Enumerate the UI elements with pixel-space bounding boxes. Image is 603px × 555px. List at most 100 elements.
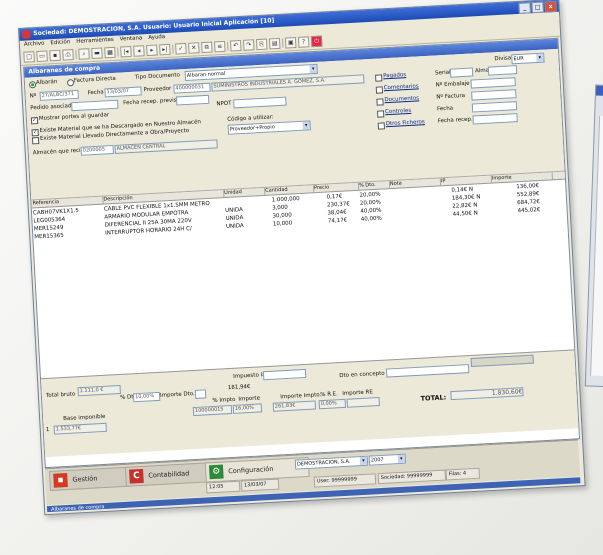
undo-icon[interactable]: ↶ (229, 39, 242, 52)
col-dto[interactable]: % Dto. (357, 181, 391, 190)
calc-icon[interactable]: ▤ (268, 37, 281, 50)
totals-action-button[interactable] (470, 354, 534, 367)
fecha-label: Fecha (87, 89, 104, 97)
search-icon[interactable]: ⌕ (78, 48, 90, 60)
option-controles[interactable]: Controles (385, 108, 411, 115)
mostrar-portes-label: Mostrar portes al guardar (38, 112, 110, 122)
exit-icon[interactable]: ⏻ (310, 35, 323, 48)
next-icon[interactable]: ▸ (146, 44, 158, 57)
check-descargado[interactable]: ✓ (31, 129, 39, 137)
copy-icon[interactable]: ⧉ (201, 41, 213, 54)
status-filas: Filas: 4 (445, 467, 481, 481)
delete-icon[interactable]: ✕ (188, 42, 200, 54)
fecha-right-field[interactable] (471, 101, 518, 113)
first-icon[interactable]: |◂ (120, 45, 132, 58)
dto-concepto-field[interactable] (385, 364, 470, 378)
year-select[interactable]: 2007 ▾ (368, 453, 407, 466)
codigo-utilizar-select[interactable]: Proveedor+Propio ▾ (227, 120, 311, 135)
last-icon[interactable]: ▸| (159, 43, 171, 56)
npot-field[interactable] (233, 96, 287, 109)
serial-field[interactable] (449, 67, 474, 78)
new-icon[interactable]: □ (23, 51, 35, 63)
importe-re-label: Importe RE (342, 389, 374, 397)
col-ip[interactable]: IP (439, 175, 493, 186)
almacen-code-field[interactable]: 0200005 (80, 145, 114, 156)
save-icon[interactable]: ▪ (49, 49, 61, 62)
codigo-utilizar-value: Proveedor+Propio (229, 124, 275, 133)
n-field[interactable]: 27/ALBC/371 (39, 89, 79, 101)
chevron-down-icon: ▾ (309, 64, 317, 74)
document-window: Albaranes de compra Albarán Factura Dire… (23, 37, 581, 469)
menu-archivo[interactable]: Archivo (24, 40, 45, 50)
grid-icon[interactable]: ▦ (104, 46, 116, 59)
list-icon[interactable]: ≡ (214, 40, 226, 53)
fecha-recep-right-field[interactable] (472, 113, 518, 125)
importe-dto-label: Importe Dto. (159, 390, 196, 399)
cuota-label: Importe Impto. (280, 392, 322, 401)
proveedor-code-field[interactable]: 400000031 (173, 82, 211, 94)
base-imponible-label: Base imponible (63, 413, 106, 423)
close-button[interactable]: x (544, 0, 557, 13)
otros-ficheros-checkbox[interactable] (377, 122, 386, 130)
menu-ayuda[interactable]: Ayuda (148, 33, 165, 43)
help-icon[interactable]: ? (297, 36, 310, 48)
total-bruto-label: Total bruto (45, 391, 76, 400)
chevron-down-icon: ▾ (359, 456, 368, 466)
pedido-asociado-field[interactable] (71, 99, 119, 112)
tipo-documento-value: Albaran normal (186, 70, 226, 79)
albaran-label: Albarán (35, 78, 58, 87)
almacen-name-field: ALMACEN CENTRAL (114, 139, 218, 154)
option-documentos[interactable]: Documentos (384, 95, 419, 103)
divisa-select[interactable]: EUR ▾ (511, 52, 545, 65)
maximize-button[interactable]: □ (531, 1, 544, 14)
open-icon[interactable]: ▭ (36, 50, 48, 63)
check-directo[interactable] (31, 137, 40, 145)
gestion-icon: ▪ (53, 472, 68, 488)
menu-edicion[interactable]: Edición (50, 38, 70, 48)
gestion-button[interactable]: ▪ Gestión (49, 466, 134, 491)
npot-label: NPOT (216, 100, 232, 108)
minimize-button[interactable]: _ (518, 2, 531, 14)
impuesto-lasos-field[interactable] (262, 368, 307, 381)
fecha-recep-field[interactable] (175, 94, 210, 106)
row-price: 74,17€ (327, 217, 348, 225)
pagados-checkbox[interactable] (375, 74, 383, 82)
fecha-field[interactable]: 13/03/07 (104, 86, 142, 98)
option-comentarios[interactable]: Comentarios (384, 83, 419, 91)
contabilidad-label: Contabilidad (148, 469, 190, 480)
prev-icon[interactable]: ◂ (133, 45, 145, 57)
total-bruto-field: 1.111,0 € (77, 384, 121, 397)
menu-ventana[interactable]: Ventana (119, 34, 143, 44)
documentos-checkbox[interactable] (376, 98, 384, 106)
n-embalaje-field[interactable] (470, 77, 516, 89)
controles-checkbox[interactable] (376, 110, 385, 118)
print-icon[interactable]: ⎙ (62, 49, 74, 61)
n-factura-field[interactable] (471, 89, 517, 101)
importe-dto-field[interactable] (194, 389, 207, 399)
folder-icon[interactable]: ▬ (91, 47, 103, 60)
check-icon[interactable]: ✓ (175, 42, 187, 55)
contabilidad-icon: C (129, 468, 144, 484)
gear-icon: ⚙ (208, 464, 224, 480)
row-qty: 10,000 (272, 220, 293, 228)
col-precio[interactable]: Precio (312, 182, 360, 193)
dto-field[interactable]: 10,00% (132, 391, 161, 403)
option-pagados[interactable]: Pagados (383, 72, 406, 79)
col-nota[interactable]: Nota (388, 178, 442, 189)
window-icon[interactable]: ▣ (284, 36, 297, 49)
col-cantidad[interactable]: Cantidad (264, 185, 315, 195)
n-embalaje-label: Nº Embalaje (435, 80, 470, 89)
mostrar-portes-checkbox[interactable]: ✓ (30, 117, 39, 125)
row-ip: 44,50€ N (452, 210, 478, 218)
redo-icon[interactable]: ↷ (242, 39, 255, 51)
alma-field[interactable] (487, 65, 518, 76)
lines-grid: Referencia Descripción Unidad Cantidad P… (31, 171, 574, 379)
serial-label: Serial (434, 69, 451, 77)
col-unidad[interactable]: Unidad (223, 187, 266, 198)
n-factura-label: Nº Factura (436, 92, 466, 101)
attach-icon[interactable]: ⎘ (255, 38, 268, 51)
fecha-right-label: Fecha (436, 105, 454, 113)
comentarios-checkbox[interactable] (375, 86, 384, 94)
year-select-value: 2007 (370, 456, 384, 464)
option-otros-ficheros[interactable]: Otros Ficheros (386, 119, 425, 127)
